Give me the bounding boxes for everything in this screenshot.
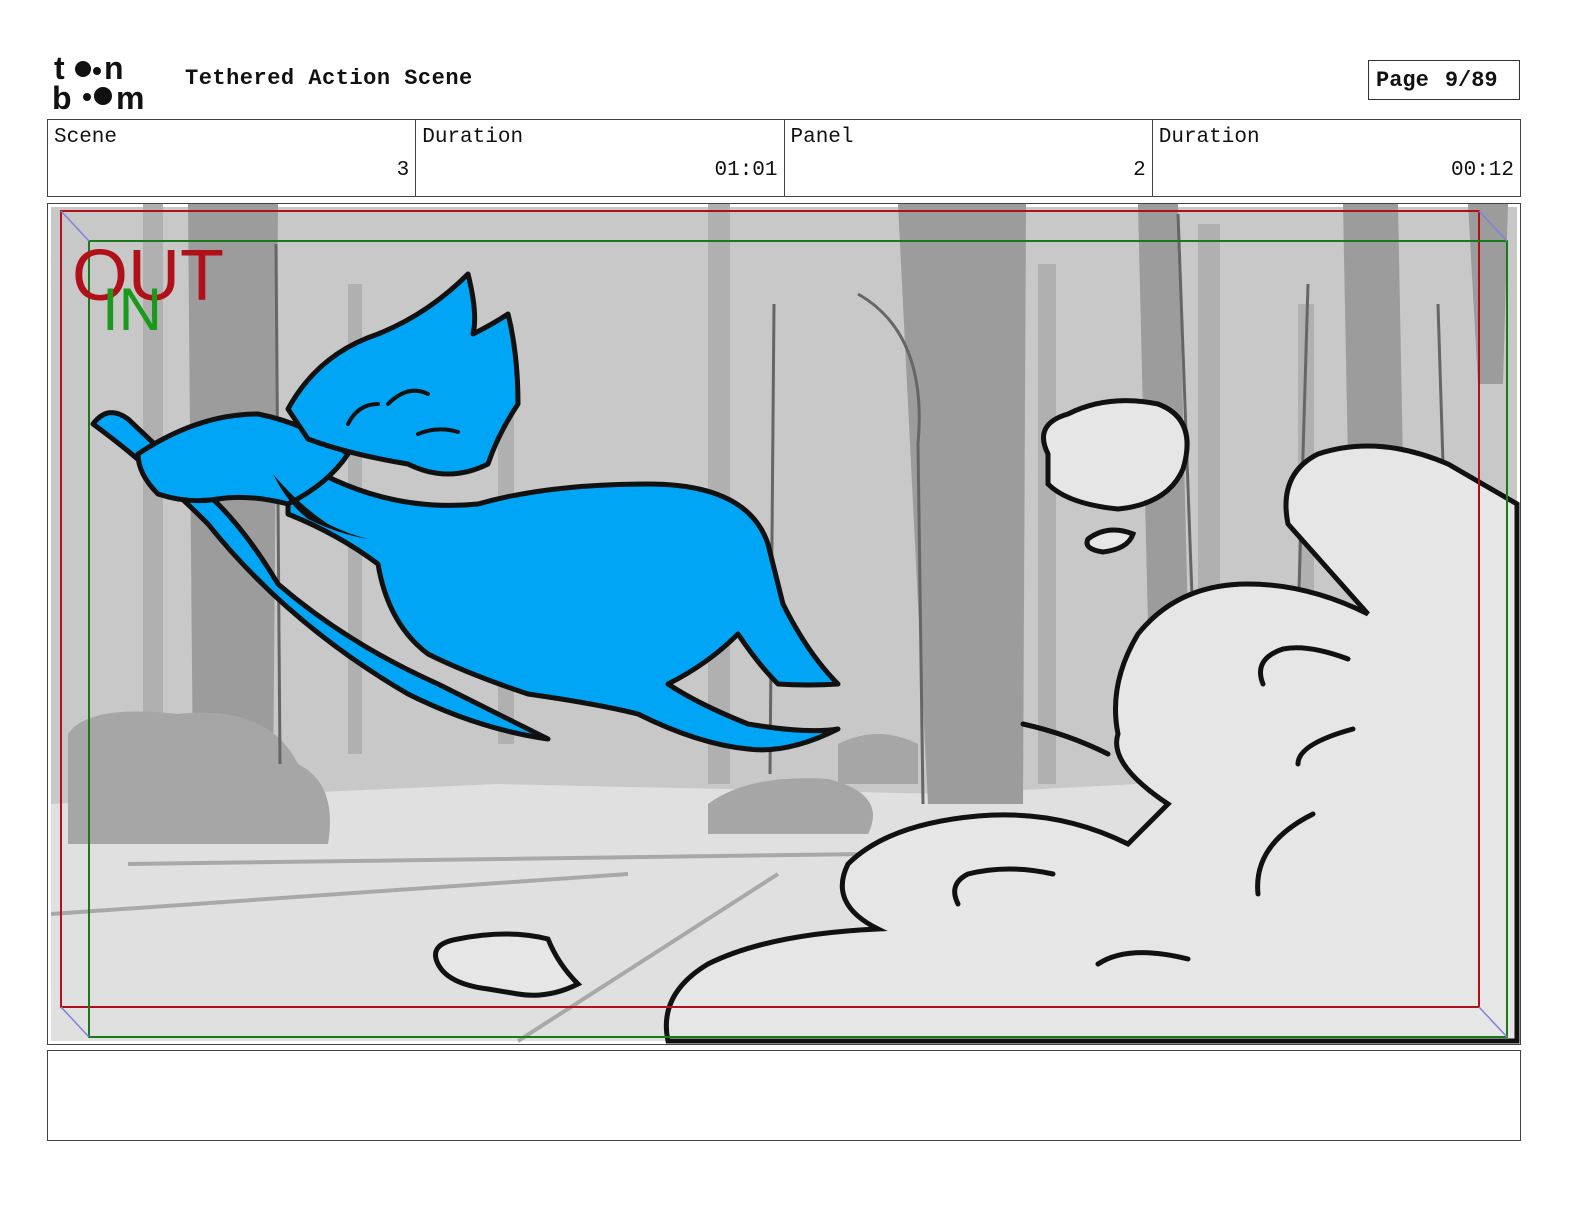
scene-duration-value: 01:01 [714,159,778,182]
svg-text:m: m [116,80,144,112]
in-label: IN [102,276,162,343]
storyboard-frame: OUT IN [47,203,1521,1045]
panel-value: 2 [1133,159,1146,182]
panel-duration-value: 00:12 [1450,159,1514,182]
info-row: Scene 3 Duration 01:01 Panel 2 Duration … [47,119,1521,197]
storyboard-drawing: OUT IN [50,204,1520,1044]
scene-cell: Scene 3 [48,120,415,196]
panel-notes [47,1050,1521,1141]
scene-duration-cell: Duration 01:01 [415,120,783,196]
scene-duration-label: Duration [422,126,524,149]
panel-label: Panel [790,126,854,149]
scene-value: 3 [396,159,410,182]
page-label: Page [1376,67,1429,93]
panel-duration-cell: Duration 00:12 [1151,120,1520,196]
svg-text:b: b [52,80,72,112]
scene-label: Scene [54,126,118,149]
page-value: 9/89 [1444,67,1498,93]
panel-duration-label: Duration [1158,126,1260,149]
scene-title: Tethered Action Scene [185,66,473,91]
panel-cell: Panel 2 [783,120,1152,196]
page-indicator: Page 9/89 [1368,60,1520,100]
toon-boom-logo: t n b m [52,52,144,112]
